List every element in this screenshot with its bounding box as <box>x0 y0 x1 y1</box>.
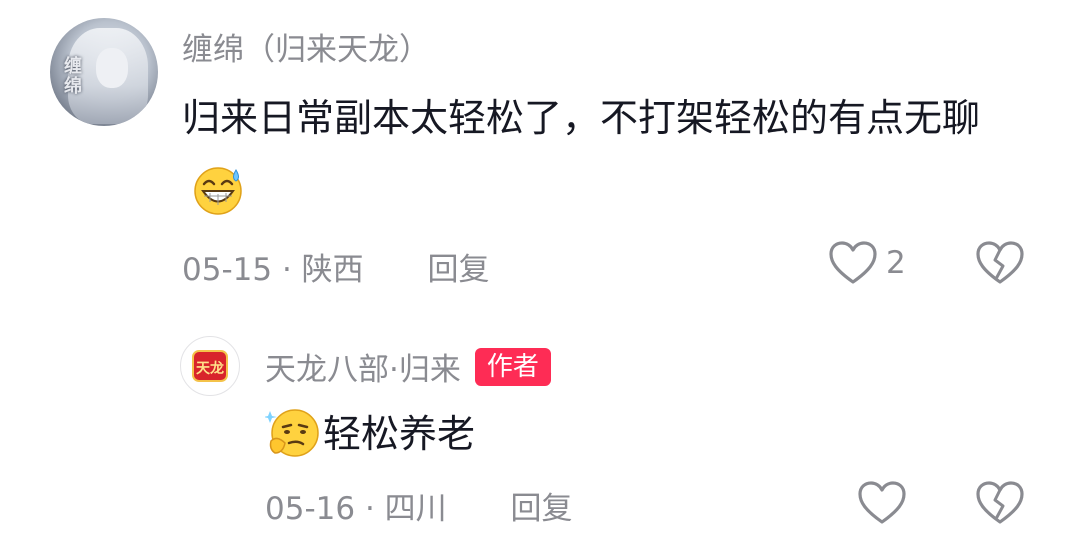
comment-text-content: 轻松养老 <box>323 412 476 456</box>
thinking-smirk-emoji-icon <box>265 408 319 457</box>
comment-username: 天龙八部·归来 作者 <box>265 344 551 389</box>
dislike-button[interactable] <box>975 480 1025 530</box>
reply-button[interactable]: 回复 <box>511 491 573 527</box>
broken-heart-icon <box>976 241 1024 284</box>
dislike-button[interactable] <box>975 240 1025 290</box>
broken-heart-icon <box>976 481 1024 524</box>
comment-text: 归来日常副本太轻松了，不打架轻松的有点无聊 <box>182 82 1002 228</box>
author-avatar[interactable]: 天龙 <box>180 336 240 396</box>
game-logo-icon: 天龙 <box>192 350 228 382</box>
comment-location: 四川 <box>384 491 447 527</box>
comment-meta: 05-15 · 陕西 回复 <box>182 244 490 289</box>
avatar[interactable]: 缠绵 <box>50 18 158 126</box>
grinning-sweat-emoji-icon <box>194 166 242 215</box>
meta-separator: · <box>355 491 385 527</box>
like-count: 2 <box>886 245 906 281</box>
like-button[interactable]: 2 <box>828 240 906 286</box>
comment-text-content: 归来日常副本太轻松了，不打架轻松的有点无聊 <box>182 96 981 140</box>
comment-meta: 05-16 · 四川 回复 <box>265 483 573 528</box>
author-badge: 作者 <box>474 347 551 386</box>
game-logo-text: 天龙 <box>196 360 224 377</box>
comment-item: 缠绵 缠绵（归来天龙） 归来日常副本太轻松了，不打架轻松的有点无聊 05-15 … <box>0 0 1080 300</box>
avatar-face-shape <box>96 48 128 88</box>
heart-icon <box>829 241 877 284</box>
reply-button[interactable]: 回复 <box>428 252 490 288</box>
like-button[interactable] <box>857 480 907 526</box>
comment-date: 05-15 <box>182 252 273 288</box>
comment-username[interactable]: 缠绵（归来天龙） <box>182 24 430 69</box>
reply-comment-item: 天龙 天龙八部·归来 作者 轻松养老 05-16 · 四川 回复 <box>0 300 1080 551</box>
comment-location: 陕西 <box>301 252 364 288</box>
author-username[interactable]: 天龙八部·归来 <box>265 344 461 389</box>
comment-date: 05-16 <box>265 491 356 527</box>
meta-separator: · <box>272 252 302 288</box>
comment-text: 轻松养老 <box>265 398 475 471</box>
avatar-signature-text: 缠绵 <box>61 56 82 96</box>
heart-icon <box>858 481 906 524</box>
